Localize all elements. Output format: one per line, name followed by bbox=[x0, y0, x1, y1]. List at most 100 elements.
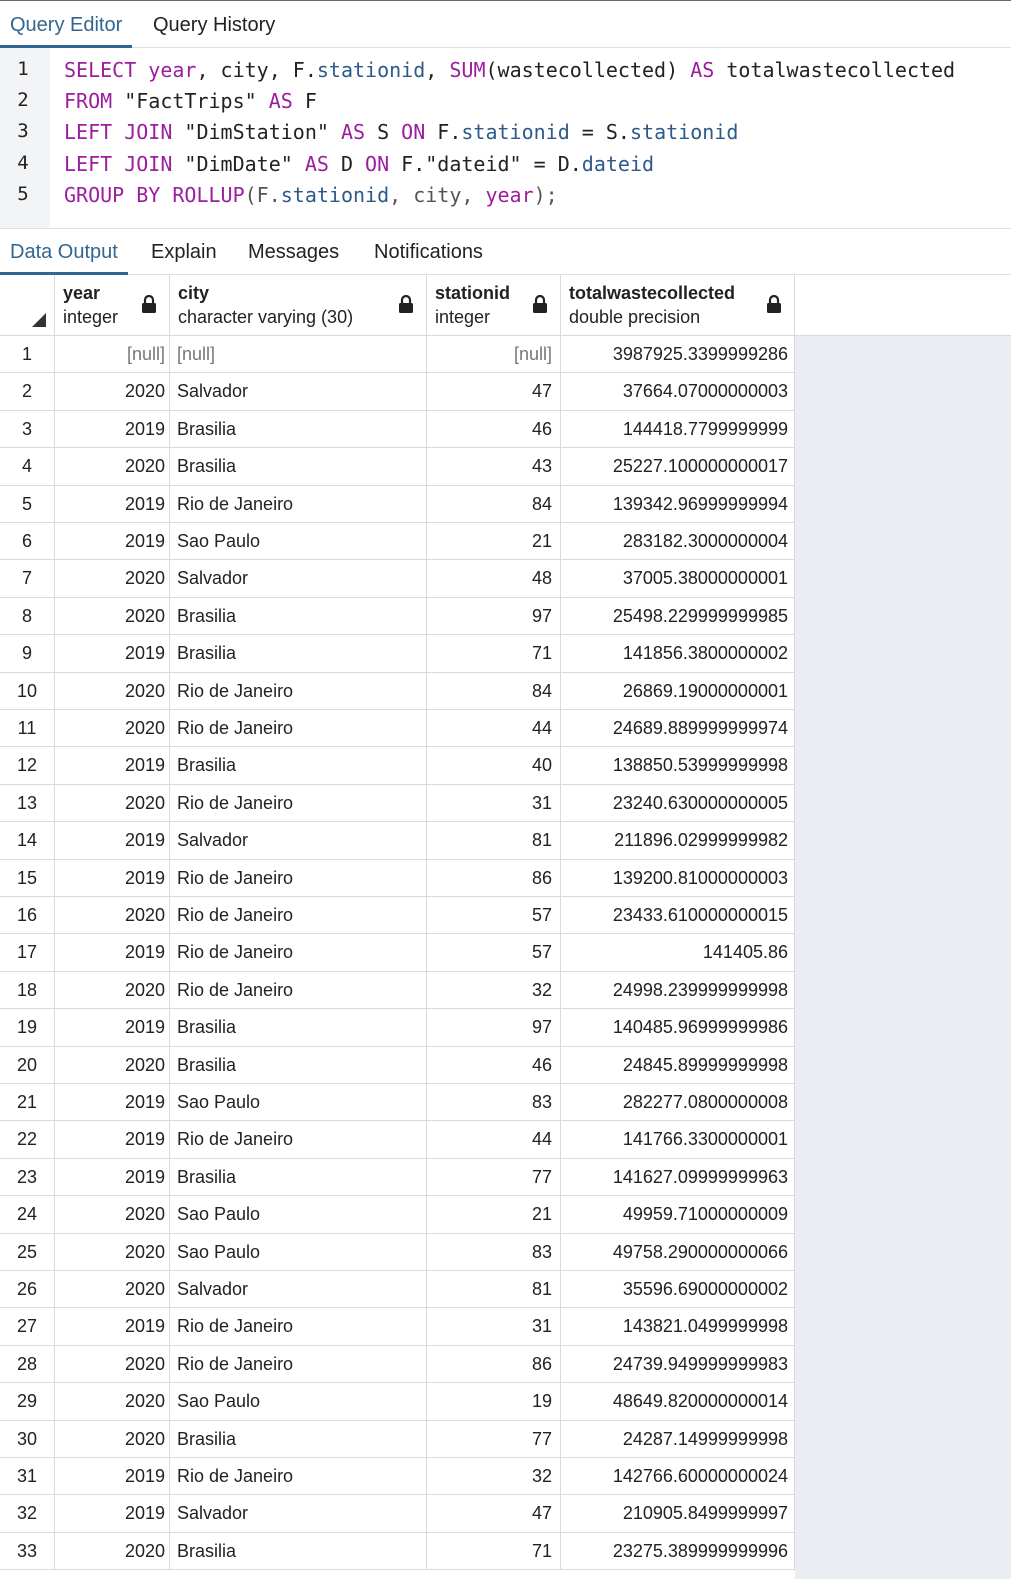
cell-stationid[interactable]: 71 bbox=[427, 635, 561, 672]
column-header-totalwastecollected[interactable]: totalwastecollected double precision bbox=[561, 275, 795, 335]
cell-stationid[interactable]: 57 bbox=[427, 934, 561, 971]
cell-year[interactable]: 2019 bbox=[55, 410, 170, 448]
cell-city[interactable]: Salvador bbox=[170, 1271, 427, 1308]
table-row[interactable]: 24 2020 Sao Paulo 21 49959.71000000009 bbox=[0, 1196, 795, 1234]
cell-city[interactable]: Sao Paulo bbox=[170, 1233, 427, 1270]
cell-stationid[interactable]: 97 bbox=[427, 1009, 561, 1046]
cell-stationid[interactable]: 57 bbox=[427, 897, 561, 934]
cell-city[interactable]: Rio de Janeiro bbox=[170, 485, 427, 522]
cell-stationid[interactable]: 83 bbox=[427, 1233, 561, 1270]
table-row[interactable]: 25 2020 Sao Paulo 83 49758.290000000066 bbox=[0, 1233, 795, 1271]
cell-totalwastecollected[interactable]: 49758.290000000066 bbox=[561, 1233, 795, 1270]
cell-stationid[interactable]: 81 bbox=[427, 1271, 561, 1308]
cell-totalwastecollected[interactable]: 24845.89999999998 bbox=[561, 1046, 795, 1083]
cell-stationid[interactable]: 97 bbox=[427, 597, 561, 635]
cell-stationid[interactable]: 46 bbox=[427, 410, 561, 448]
cell-stationid[interactable]: 43 bbox=[427, 448, 561, 485]
cell-year[interactable]: 2020 bbox=[55, 1196, 170, 1233]
cell-year[interactable]: 2019 bbox=[55, 523, 170, 560]
table-row[interactable]: 21 2019 Sao Paulo 83 282277.0800000008 bbox=[0, 1084, 795, 1122]
cell-city[interactable]: Sao Paulo bbox=[170, 1383, 427, 1420]
cell-stationid[interactable]: 48 bbox=[427, 560, 561, 597]
cell-city[interactable]: Sao Paulo bbox=[170, 523, 427, 560]
cell-city[interactable]: Brasilia bbox=[170, 1420, 427, 1457]
table-row[interactable]: 28 2020 Rio de Janeiro 86 24739.949999999983 bbox=[0, 1345, 795, 1384]
table-row[interactable]: 23 2019 Brasilia 77 141627.09999999963 bbox=[0, 1158, 795, 1197]
cell-year[interactable]: 2020 bbox=[55, 710, 170, 747]
table-row[interactable]: 6 2019 Sao Paulo 21 283182.3000000004 bbox=[0, 523, 795, 561]
cell-year[interactable]: 2020 bbox=[55, 1233, 170, 1270]
cell-totalwastecollected[interactable]: 23275.389999999996 bbox=[561, 1532, 795, 1570]
cell-totalwastecollected[interactable]: 37664.07000000003 bbox=[561, 373, 795, 410]
table-row[interactable]: 26 2020 Salvador 81 35596.69000000002 bbox=[0, 1271, 795, 1309]
cell-totalwastecollected[interactable]: 210905.8499999997 bbox=[561, 1495, 795, 1532]
table-row[interactable]: 19 2019 Brasilia 97 140485.96999999986 bbox=[0, 1009, 795, 1047]
cell-totalwastecollected[interactable]: 139200.81000000003 bbox=[561, 859, 795, 896]
cell-year[interactable]: 2020 bbox=[55, 971, 170, 1009]
table-row[interactable]: 1 [null] [null] [null] 3987925.3399999286 bbox=[0, 336, 795, 374]
table-row[interactable]: 31 2019 Rio de Janeiro 32 142766.60000000024 bbox=[0, 1458, 795, 1496]
cell-stationid[interactable]: 46 bbox=[427, 1046, 561, 1083]
table-row[interactable]: 5 2019 Rio de Janeiro 84 139342.96999999994 bbox=[0, 485, 795, 523]
column-header-year[interactable]: year integer bbox=[55, 275, 170, 335]
cell-totalwastecollected[interactable]: 37005.38000000001 bbox=[561, 560, 795, 597]
cell-stationid[interactable]: 77 bbox=[427, 1158, 561, 1196]
cell-stationid[interactable]: 40 bbox=[427, 747, 561, 784]
cell-year[interactable]: 2020 bbox=[55, 1271, 170, 1308]
cell-city[interactable]: Rio de Janeiro bbox=[170, 859, 427, 896]
cell-totalwastecollected[interactable]: 35596.69000000002 bbox=[561, 1271, 795, 1308]
cell-totalwastecollected[interactable]: 49959.71000000009 bbox=[561, 1196, 795, 1233]
cell-totalwastecollected[interactable]: 140485.96999999986 bbox=[561, 1009, 795, 1046]
table-row[interactable]: 33 2020 Brasilia 71 23275.389999999996 bbox=[0, 1532, 795, 1571]
cell-totalwastecollected[interactable]: 23240.630000000005 bbox=[561, 784, 795, 822]
table-row[interactable]: 4 2020 Brasilia 43 25227.100000000017 bbox=[0, 448, 795, 486]
cell-totalwastecollected[interactable]: 24689.889999999974 bbox=[561, 710, 795, 747]
cell-totalwastecollected[interactable]: 282277.0800000008 bbox=[561, 1084, 795, 1121]
table-row[interactable]: 20 2020 Brasilia 46 24845.89999999998 bbox=[0, 1046, 795, 1084]
cell-city[interactable]: Sao Paulo bbox=[170, 1196, 427, 1233]
table-row[interactable]: 7 2020 Salvador 48 37005.38000000001 bbox=[0, 560, 795, 598]
table-row[interactable]: 3 2019 Brasilia 46 144418.7799999999 bbox=[0, 410, 795, 449]
table-row[interactable]: 14 2019 Salvador 81 211896.02999999982 bbox=[0, 822, 795, 860]
cell-year[interactable]: 2019 bbox=[55, 485, 170, 522]
cell-totalwastecollected[interactable]: 24287.14999999998 bbox=[561, 1420, 795, 1457]
cell-year[interactable]: 2019 bbox=[55, 934, 170, 971]
cell-city[interactable]: Brasilia bbox=[170, 597, 427, 635]
cell-city[interactable]: Brasilia bbox=[170, 1046, 427, 1083]
table-row[interactable]: 32 2019 Salvador 47 210905.8499999997 bbox=[0, 1495, 795, 1533]
cell-year[interactable]: 2020 bbox=[55, 597, 170, 635]
tab-messages[interactable]: Messages bbox=[238, 229, 349, 274]
table-row[interactable]: 10 2020 Rio de Janeiro 84 26869.19000000001 bbox=[0, 672, 795, 710]
cell-year[interactable]: 2019 bbox=[55, 859, 170, 896]
cell-year[interactable]: 2020 bbox=[55, 448, 170, 485]
cell-year[interactable]: 2020 bbox=[55, 1345, 170, 1383]
cell-city[interactable]: Rio de Janeiro bbox=[170, 897, 427, 934]
cell-totalwastecollected[interactable]: 211896.02999999982 bbox=[561, 822, 795, 859]
cell-year[interactable]: 2019 bbox=[55, 1158, 170, 1196]
cell-city[interactable]: Rio de Janeiro bbox=[170, 1121, 427, 1158]
cell-stationid[interactable]: [null] bbox=[427, 336, 561, 373]
cell-totalwastecollected[interactable]: 141627.09999999963 bbox=[561, 1158, 795, 1196]
cell-year[interactable]: 2020 bbox=[55, 897, 170, 934]
cell-year[interactable]: 2020 bbox=[55, 672, 170, 709]
cell-stationid[interactable]: 81 bbox=[427, 822, 561, 859]
cell-year[interactable]: 2019 bbox=[55, 1495, 170, 1532]
cell-city[interactable]: Rio de Janeiro bbox=[170, 1345, 427, 1383]
cell-totalwastecollected[interactable]: 23433.610000000015 bbox=[561, 897, 795, 934]
cell-totalwastecollected[interactable]: 3987925.3399999286 bbox=[561, 336, 795, 373]
cell-stationid[interactable]: 86 bbox=[427, 1345, 561, 1383]
table-row[interactable]: 27 2019 Rio de Janeiro 31 143821.0499999998 bbox=[0, 1308, 795, 1346]
cell-totalwastecollected[interactable]: 143821.0499999998 bbox=[561, 1308, 795, 1345]
cell-year[interactable]: 2019 bbox=[55, 635, 170, 672]
tab-explain[interactable]: Explain bbox=[141, 229, 227, 274]
tab-data-output[interactable]: Data Output bbox=[0, 229, 128, 275]
cell-stationid[interactable]: 44 bbox=[427, 710, 561, 747]
table-row[interactable]: 16 2020 Rio de Janeiro 57 23433.610000000015 bbox=[0, 897, 795, 935]
cell-totalwastecollected[interactable]: 144418.7799999999 bbox=[561, 410, 795, 448]
table-row[interactable]: 9 2019 Brasilia 71 141856.3800000002 bbox=[0, 635, 795, 673]
cell-stationid[interactable]: 47 bbox=[427, 373, 561, 410]
cell-year[interactable]: 2020 bbox=[55, 1046, 170, 1083]
column-header-stationid[interactable]: stationid integer bbox=[427, 275, 561, 335]
cell-stationid[interactable]: 21 bbox=[427, 523, 561, 560]
cell-stationid[interactable]: 32 bbox=[427, 1458, 561, 1495]
